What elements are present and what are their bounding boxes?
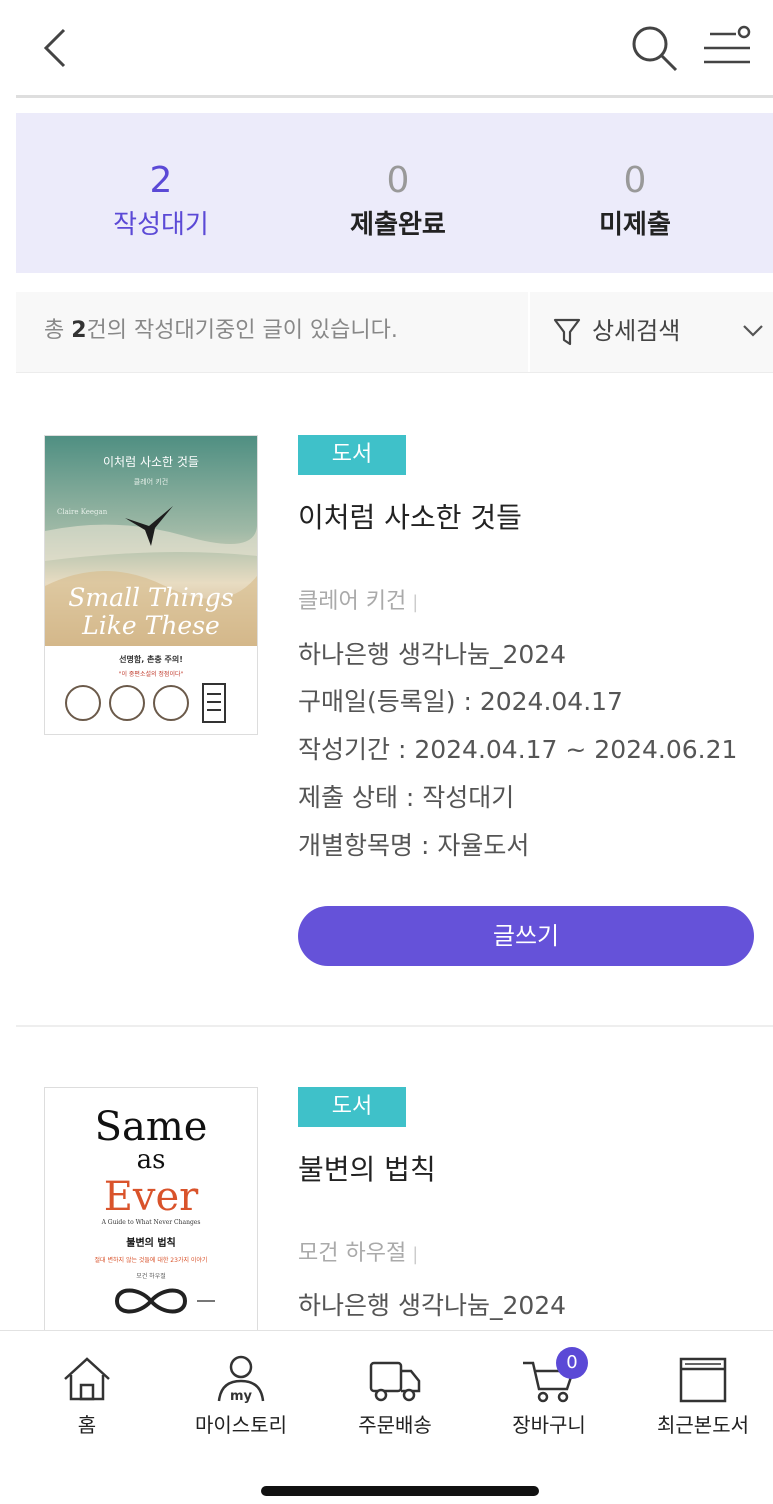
item-category: 개별항목명 : 자율도서 bbox=[298, 831, 530, 860]
program-name: 하나은행 생각나눔_2024 bbox=[298, 640, 567, 669]
pending-count: 2 bbox=[149, 160, 173, 201]
section-divider bbox=[16, 1025, 773, 1027]
search-icon[interactable] bbox=[626, 22, 682, 74]
home-indicator bbox=[261, 1486, 539, 1496]
back-arrow-icon[interactable] bbox=[34, 22, 78, 74]
tab-my-story[interactable]: my 마이스토리 bbox=[164, 1331, 318, 1441]
cover-line-same: Same bbox=[95, 1104, 208, 1150]
cover-author-kr: 모건 하우절 bbox=[136, 1272, 166, 1280]
book-author: 클레어 키건 | bbox=[298, 587, 418, 618]
filter-funnel-icon bbox=[553, 318, 581, 346]
book-author: 모건 하우절 | bbox=[298, 1239, 418, 1270]
tab-label: 장바구니 bbox=[512, 1413, 586, 1437]
result-count-text: 총 2건의 작성대기중인 글이 있습니다. bbox=[44, 314, 398, 348]
cover-blurb: 선명함, 촌충 주의! bbox=[119, 654, 183, 664]
pending-label: 작성대기 bbox=[113, 210, 209, 240]
tab-orders[interactable]: 주문배송 bbox=[318, 1331, 472, 1441]
not-submitted-label: 미제출 bbox=[599, 210, 671, 240]
recent-books-icon bbox=[679, 1357, 727, 1403]
my-story-icon: my bbox=[217, 1355, 265, 1404]
status-summary: 2 작성대기 0 제출완료 0 미제출 bbox=[16, 113, 773, 273]
cover-title-kr: 이처럼 사소한 것들 bbox=[103, 455, 199, 469]
cover-subtitle-en: A Guide to What Never Changes bbox=[101, 1219, 201, 1226]
menu-icon[interactable] bbox=[700, 22, 756, 74]
cover-line-as: as bbox=[137, 1145, 166, 1175]
tab-label: 마이스토리 bbox=[195, 1413, 287, 1437]
submit-status: 제출 상태 : 작성대기 bbox=[298, 783, 515, 812]
book-cover-art: 이처럼 사소한 것들 클레어 키건 Claire Keegan Small Th… bbox=[45, 436, 257, 734]
category-tag: 도서 bbox=[298, 435, 406, 475]
tab-label: 최근본도서 bbox=[657, 1413, 749, 1437]
author-separator: | bbox=[412, 592, 419, 613]
program-name: 하나은행 생각나눔_2024 bbox=[298, 1291, 567, 1320]
cover-quote: "이 중편소설의 정점이다" bbox=[119, 670, 184, 678]
count-prefix: 총 bbox=[44, 318, 72, 343]
summary-not-submitted[interactable]: 0 미제출 bbox=[510, 113, 760, 273]
tab-cart[interactable]: 장바구니 bbox=[472, 1331, 626, 1441]
count-number: 2 bbox=[71, 318, 87, 343]
cover-tagline: 절대 변하지 않는 것들에 대한 23가지 이야기 bbox=[95, 1256, 208, 1264]
writing-period: 작성기간 : 2024.04.17 ~ 2024.06.21 bbox=[298, 735, 738, 764]
bottom-tab-bar: 홈 my 마이스토리 주문배송 장바구니 최근본도서 0 bbox=[0, 1330, 773, 1504]
cover-author-en: Claire Keegan bbox=[57, 508, 108, 516]
cover-line-ever: Ever bbox=[104, 1174, 199, 1220]
detail-search-label: 상세검색 bbox=[592, 317, 681, 345]
delivery-truck-icon bbox=[369, 1361, 421, 1402]
write-button[interactable]: 글쓰기 bbox=[298, 906, 754, 966]
summary-submitted[interactable]: 0 제출완료 bbox=[273, 113, 523, 273]
tab-label: 주문배송 bbox=[358, 1413, 432, 1437]
tab-home[interactable]: 홈 bbox=[10, 1331, 164, 1441]
home-icon bbox=[64, 1357, 110, 1401]
tab-recent-books[interactable]: 최근본도서 bbox=[626, 1331, 773, 1441]
book-title[interactable]: 불변의 법칙 bbox=[298, 1152, 436, 1188]
detail-search-toggle[interactable]: 상세검색 bbox=[548, 292, 773, 372]
cover-author-kr: 클레어 키건 bbox=[134, 477, 168, 486]
cover-title-en-1: Small Things bbox=[68, 583, 233, 612]
submitted-count: 0 bbox=[386, 160, 410, 201]
count-suffix: 건의 작성대기중인 글이 있습니다. bbox=[86, 318, 398, 343]
chevron-down-icon bbox=[743, 325, 763, 337]
filter-bar: 총 2건의 작성대기중인 글이 있습니다. 상세검색 bbox=[16, 292, 773, 373]
book-cover-art: Same as Ever A Guide to What Never Chang… bbox=[45, 1088, 257, 1348]
book-cover-small-things[interactable]: 이처럼 사소한 것들 클레어 키건 Claire Keegan Small Th… bbox=[44, 435, 258, 735]
submitted-label: 제출완료 bbox=[350, 210, 446, 240]
top-divider bbox=[16, 95, 773, 98]
book-cover-same-as-ever[interactable]: Same as Ever A Guide to What Never Chang… bbox=[44, 1087, 258, 1349]
top-bar bbox=[0, 0, 773, 96]
author-name: 모건 하우절 bbox=[298, 1241, 407, 1266]
category-tag: 도서 bbox=[298, 1087, 406, 1127]
cover-title-en-2: Like These bbox=[81, 611, 220, 640]
cart-count-badge: 0 bbox=[556, 1347, 588, 1379]
tab-label: 홈 bbox=[77, 1413, 97, 1437]
svg-text:my: my bbox=[230, 1389, 253, 1404]
purchase-date: 구매일(등록일) : 2024.04.17 bbox=[298, 687, 623, 716]
cover-title-kr: 불변의 법칙 bbox=[126, 1236, 175, 1249]
author-separator: | bbox=[412, 1244, 419, 1265]
filter-divider bbox=[528, 292, 530, 372]
author-name: 클레어 키건 bbox=[298, 589, 407, 614]
summary-pending[interactable]: 2 작성대기 bbox=[36, 113, 286, 273]
book-title[interactable]: 이처럼 사소한 것들 bbox=[298, 500, 522, 536]
not-submitted-count: 0 bbox=[623, 160, 647, 201]
